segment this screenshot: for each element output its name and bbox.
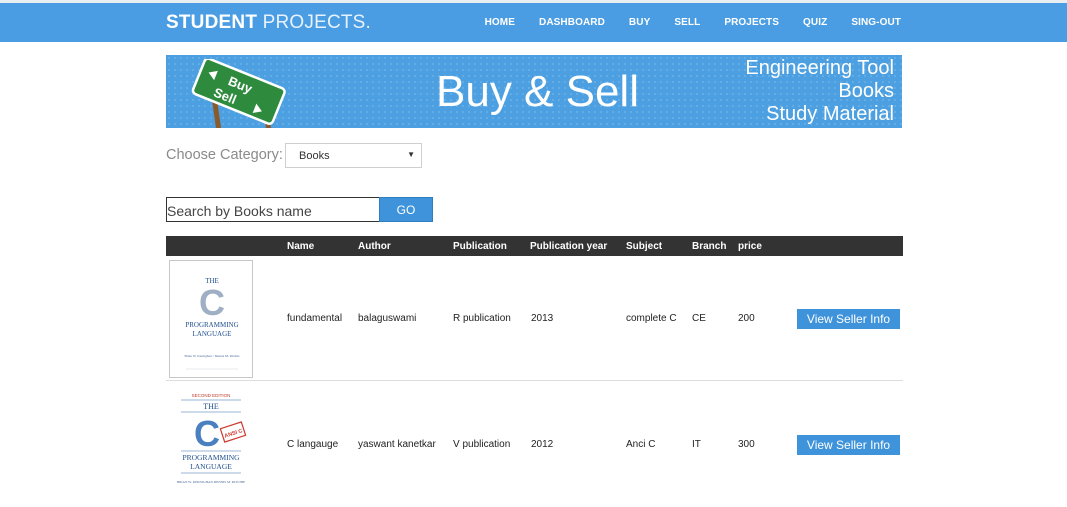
cover-language: LANGUAGE [190,462,232,471]
cover-programming: PROGRAMMING [185,321,238,329]
nav-quiz[interactable]: QUIZ [803,17,827,28]
cover-big-c: C [194,413,220,454]
cover-authors: BRIAN W. KERNIGHAN DENNIS M. RITCHIE [177,480,245,484]
main-nav: HOME DASHBOARD BUY SELL PROJECTS QUIZ SI… [461,17,901,28]
book-cover-image: SECOND EDITION THE C ANSI C PROGRAMMING … [169,390,253,500]
cell-price: 300 [738,439,755,450]
cell-year: 2013 [531,313,554,324]
cover-programming: PROGRAMMING [182,453,240,462]
search-go-button[interactable]: GO [379,197,433,222]
nav-home[interactable]: HOME [485,17,515,28]
col-name: Name [287,241,315,252]
col-publication-year: Publication year [530,241,608,252]
category-selected-value: Books [299,150,330,162]
cover-big-c: C [199,282,225,323]
cell-name: C langauge [287,439,339,450]
col-price: price [738,241,762,252]
col-author: Author [358,241,391,252]
cover-authors: Brian W. Kernighan • Dennis M. Ritchie [184,354,240,358]
brand-bold: STUDENT [166,12,258,33]
top-navbar: STUDENT PROJECTS. HOME DASHBOARD BUY SEL… [0,0,1067,42]
banner-tagline: Engineering Tool Books Study Material [745,57,894,126]
book-search-input[interactable] [166,197,380,222]
brand-logo[interactable]: STUDENT PROJECTS. [166,12,371,34]
cell-publication: R publication [453,313,511,324]
nav-dashboard[interactable]: DASHBOARD [539,17,605,28]
nav-sign-out[interactable]: SING-OUT [851,17,901,28]
nav-projects[interactable]: PROJECTS [724,17,779,28]
table-row: SECOND EDITION THE C ANSI C PROGRAMMING … [166,382,903,507]
table-header: Name Author Publication Publication year… [166,236,903,256]
category-label: Choose Category: [166,147,283,163]
category-select[interactable]: Books ▼ [285,143,422,168]
view-seller-info-button[interactable]: View Seller Info [797,309,900,329]
dropdown-arrow-icon: ▼ [407,150,415,159]
cell-name: fundamental [287,313,343,324]
cell-price: 200 [738,313,755,324]
cell-author: balaguswami [358,313,417,324]
book-cover-image: THE C PROGRAMMING LANGUAGE Brian W. Kern… [169,260,253,378]
cover-language: LANGUAGE [193,330,232,338]
buy-sell-banner: Buy Sell Buy & Sell Engineering Tool Boo… [166,55,902,128]
cell-publication: V publication [453,439,511,450]
col-branch: Branch [692,241,727,252]
cell-author: yaswant kanetkar [358,439,436,450]
col-publication: Publication [453,241,507,252]
nav-buy[interactable]: BUY [629,17,650,28]
banner-title: Buy & Sell [436,67,639,116]
brand-light: PROJECTS. [257,12,372,33]
cover-edition: SECOND EDITION [192,393,231,398]
cell-subject: complete C [626,313,677,324]
nav-sell[interactable]: SELL [674,17,700,28]
cover-the: THE [203,402,219,411]
view-seller-info-button[interactable]: View Seller Info [797,435,900,455]
banner-line-2: Books [838,80,894,102]
cell-branch: CE [692,313,706,324]
banner-line-1: Engineering Tool [745,57,894,79]
table-row: THE C PROGRAMMING LANGUAGE Brian W. Kern… [166,256,903,381]
col-subject: Subject [626,241,663,252]
cell-subject: Anci C [626,439,656,450]
cell-year: 2012 [531,439,554,450]
banner-line-3: Study Material [766,103,894,125]
cell-branch: IT [692,439,701,450]
road-sign-icon: Buy Sell [191,59,286,128]
